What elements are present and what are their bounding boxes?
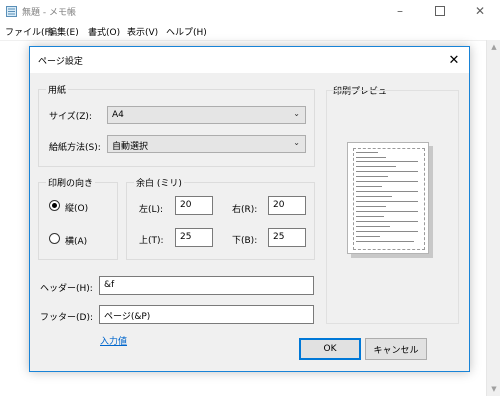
preview-page [347, 142, 429, 254]
margins-group-label: 余白 (ミリ) [134, 176, 184, 189]
landscape-label[interactable]: 横(A) [65, 234, 87, 247]
margin-bottom-input[interactable]: 25 [268, 228, 306, 247]
paper-size-value: A4 [112, 110, 124, 120]
notepad-app-icon [6, 6, 17, 17]
maximize-icon[interactable] [420, 0, 460, 22]
portrait-radio[interactable] [49, 200, 60, 211]
margin-right-label: 右(R): [232, 205, 258, 215]
vertical-scrollbar[interactable]: ▲ ▼ [486, 40, 500, 396]
menu-view[interactable]: 表示(V) [127, 25, 158, 38]
window-close-icon[interactable]: ✕ [460, 0, 500, 22]
notepad-menubar: ファイル(F) 編集(E) 書式(O) 表示(V) ヘルプ(H) [0, 22, 500, 40]
notepad-titlebar: 無題 - メモ帳 – ✕ [0, 0, 500, 22]
paper-source-dropdown[interactable]: 自動選択 ⌄ [107, 135, 306, 153]
margin-top-label: 上(T): [139, 236, 164, 246]
orientation-group: 印刷の向き [38, 176, 118, 260]
portrait-label[interactable]: 縦(O) [65, 201, 88, 214]
scroll-down-icon[interactable]: ▼ [487, 382, 500, 396]
header-input[interactable]: &f [99, 276, 314, 295]
notepad-title: 無題 - メモ帳 [22, 8, 76, 18]
dialog-close-icon[interactable]: ✕ [439, 47, 469, 73]
chevron-down-icon: ⌄ [293, 109, 300, 118]
margin-bottom-label: 下(B): [232, 236, 258, 246]
input-values-link[interactable]: 入力値 [100, 334, 127, 347]
footer-input[interactable]: ページ(&P) [99, 305, 314, 324]
paper-group: 用紙 [38, 83, 315, 167]
landscape-radio[interactable] [49, 233, 60, 244]
dialog-titlebar: ページ設定 ✕ [30, 47, 469, 73]
menu-format[interactable]: 書式(O) [88, 25, 120, 38]
menu-edit[interactable]: 編集(E) [48, 25, 79, 38]
orientation-group-label: 印刷の向き [46, 176, 96, 189]
minimize-icon[interactable]: – [380, 0, 420, 22]
ok-button[interactable]: OK [299, 338, 361, 360]
chevron-down-icon: ⌄ [293, 138, 300, 147]
menu-help[interactable]: ヘルプ(H) [166, 25, 207, 38]
margin-top-input[interactable]: 25 [175, 228, 213, 247]
paper-group-label: 用紙 [46, 83, 69, 96]
paper-source-label: 給紙方法(S): [49, 143, 101, 153]
paper-source-value: 自動選択 [112, 142, 149, 152]
paper-size-label: サイズ(Z): [49, 112, 92, 122]
menu-file[interactable]: ファイル(F) [5, 25, 53, 38]
scroll-up-icon[interactable]: ▲ [487, 40, 500, 54]
margin-left-input[interactable]: 20 [175, 196, 213, 215]
footer-label: フッター(D): [40, 313, 93, 323]
margin-right-input[interactable]: 20 [268, 196, 306, 215]
dialog-title: ページ設定 [38, 57, 83, 67]
cancel-button[interactable]: キャンセル [365, 338, 427, 360]
margins-group: 余白 (ミリ) [126, 176, 315, 260]
header-label: ヘッダー(H): [40, 284, 93, 294]
paper-size-dropdown[interactable]: A4 ⌄ [107, 106, 306, 124]
margin-left-label: 左(L): [139, 205, 164, 215]
preview-margin-box [353, 148, 425, 250]
